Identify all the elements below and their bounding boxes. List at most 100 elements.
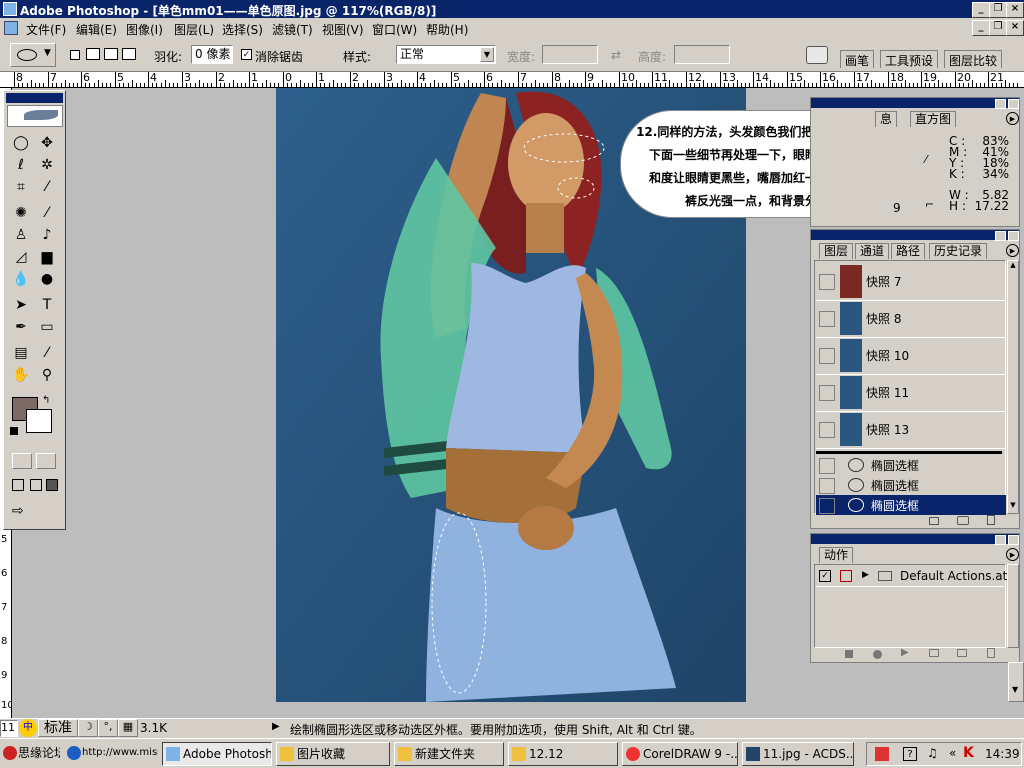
hand-tool-icon[interactable]: ✋ (10, 365, 32, 385)
restore-button[interactable]: ❐ (989, 2, 1007, 18)
blur-tool-icon[interactable]: 💧 (10, 269, 32, 289)
list-item[interactable]: 椭圆选框 (816, 455, 1006, 475)
tab-info[interactable]: 息 (875, 111, 898, 127)
new-document-icon[interactable] (929, 517, 939, 525)
status-arrow-icon[interactable]: ▶ (272, 721, 280, 732)
move-tool-icon[interactable]: ✥ (36, 133, 58, 153)
dialog-toggle-icon[interactable] (840, 570, 852, 582)
screen-mode-full-icon[interactable] (46, 479, 58, 491)
slice-tool-icon[interactable]: ⁄ (36, 177, 58, 197)
minimize-button[interactable]: _ (972, 2, 990, 18)
new-selection-icon[interactable] (70, 50, 80, 60)
eyedropper-icon[interactable]: ⁄ (36, 343, 58, 363)
taskbar-coreldraw[interactable]: CorelDRAW 9 -... (622, 742, 738, 766)
type-tool-icon[interactable]: T (36, 295, 58, 315)
panel-menu-icon[interactable]: ▶ (1006, 548, 1019, 561)
clone-stamp-icon[interactable]: ♙ (10, 225, 32, 245)
source-checkbox[interactable] (819, 348, 835, 364)
stop-icon[interactable] (845, 650, 853, 658)
panel-minimize-icon[interactable] (995, 99, 1006, 109)
menu-file[interactable]: 文件(F) (26, 21, 66, 38)
marquee-tool-icon[interactable]: ◯ (10, 133, 32, 153)
taskbar-folder-1212[interactable]: 12.12 (508, 742, 618, 766)
tab-tool-presets[interactable]: 工具预设 (880, 50, 939, 68)
menu-filter[interactable]: 滤镜(T) (272, 21, 313, 38)
tab-paths[interactable]: 路径 (891, 243, 926, 259)
source-checkbox[interactable] (819, 478, 835, 494)
magic-wand-icon[interactable]: ✲ (36, 155, 58, 175)
shape-tool-icon[interactable]: ▭ (36, 317, 58, 337)
new-action-icon[interactable] (957, 649, 967, 657)
list-item[interactable]: ✓ ▶ Default Actions.atn (816, 567, 1015, 587)
actions-scrollbar[interactable] (1007, 564, 1019, 648)
source-checkbox[interactable] (819, 385, 835, 401)
source-checkbox[interactable] (819, 498, 835, 514)
antialias-checkbox[interactable]: ✓ (241, 49, 252, 60)
punctuation-icon[interactable]: °, (98, 719, 118, 737)
list-item-selected[interactable]: 椭圆选框 (816, 495, 1006, 515)
toggle-checkbox[interactable]: ✓ (819, 570, 831, 582)
history-brush-icon[interactable]: ♪ (36, 225, 58, 245)
feather-input[interactable]: 0 像素 (191, 45, 233, 64)
quick-launch-forum[interactable]: 思缘论坛 (0, 742, 60, 766)
style-select[interactable]: 正常 ▼ (396, 45, 496, 64)
panel-minimize-icon[interactable] (995, 231, 1006, 241)
menu-window[interactable]: 窗口(W) (372, 21, 417, 38)
menu-view[interactable]: 视图(V) (322, 21, 364, 38)
panel-close-icon[interactable] (1008, 231, 1019, 241)
eraser-tool-icon[interactable]: ◿ (10, 247, 32, 267)
swap-colors-icon[interactable]: ↰ (42, 395, 50, 406)
doc-minimize-button[interactable]: _ (972, 20, 990, 36)
crop-tool-icon[interactable]: ⌗ (10, 177, 32, 197)
list-item[interactable]: 快照 13 (816, 411, 1006, 449)
record-icon[interactable] (873, 650, 882, 659)
default-colors-icon[interactable] (10, 427, 18, 435)
list-item[interactable]: 椭圆选框 (816, 475, 1006, 495)
scroll-down-icon[interactable]: ▼ (1008, 501, 1018, 513)
scroll-down-icon[interactable]: ▼ (1012, 685, 1018, 694)
feather-logo-icon[interactable] (7, 105, 63, 127)
keyboard-icon[interactable]: ▦ (118, 719, 138, 737)
screen-mode-full-menu-icon[interactable] (30, 479, 42, 491)
panel-menu-icon[interactable]: ▶ (1006, 244, 1019, 257)
tool-preset-picker[interactable]: ▼ (10, 43, 56, 67)
source-checkbox[interactable] (819, 311, 835, 327)
list-item[interactable]: 快照 10 (816, 337, 1006, 375)
notes-tool-icon[interactable]: ▤ (10, 343, 32, 363)
scroll-up-icon[interactable]: ▲ (1008, 261, 1018, 273)
tab-actions[interactable]: 动作 (819, 547, 854, 563)
expand-icon[interactable]: ▶ (862, 570, 869, 580)
tab-histogram[interactable]: 直方图 (910, 111, 957, 127)
zoom-tool-icon[interactable]: ⚲ (36, 365, 58, 385)
panel-close-icon[interactable] (1008, 535, 1019, 545)
play-icon[interactable]: ▶ (901, 647, 909, 658)
tab-channels[interactable]: 通道 (855, 243, 890, 259)
doc-close-button[interactable]: × (1006, 20, 1024, 36)
source-checkbox[interactable] (819, 422, 835, 438)
lasso-tool-icon[interactable]: ℓ (10, 155, 32, 175)
menu-layer[interactable]: 图层(L) (174, 21, 214, 38)
file-browser-icon[interactable] (806, 46, 828, 64)
menu-edit[interactable]: 编辑(E) (76, 21, 117, 38)
panel-menu-icon[interactable]: ▶ (1006, 112, 1019, 125)
ime-mode-button[interactable]: 标准 (38, 719, 78, 737)
list-item[interactable]: 快照 8 (816, 300, 1006, 338)
tab-brushes[interactable]: 画笔 (840, 50, 875, 68)
doc-restore-button[interactable]: ❐ (989, 20, 1007, 36)
quick-mask-icon[interactable] (36, 453, 56, 469)
ime-icon[interactable]: 中 (19, 719, 37, 737)
subtract-selection-icon[interactable] (104, 48, 118, 60)
taskbar-new-folder[interactable]: 新建文件夹 (394, 742, 504, 766)
taskbar-acdsee[interactable]: 11.jpg - ACDS... (742, 742, 854, 766)
history-scrollbar[interactable]: ▲ ▼ (1007, 260, 1019, 514)
help-icon[interactable]: ? (903, 747, 917, 761)
tab-layer-comps[interactable]: 图层比较 (944, 50, 1003, 68)
imageready-jump-icon[interactable]: ⇨ (12, 503, 58, 521)
new-set-icon[interactable] (929, 649, 939, 657)
source-checkbox[interactable] (819, 274, 835, 290)
standard-mode-icon[interactable] (12, 453, 32, 469)
gradient-tool-icon[interactable]: ▆ (36, 247, 58, 267)
antivirus-icon[interactable]: K (963, 745, 974, 761)
healing-brush-icon[interactable]: ✺ (10, 203, 32, 223)
list-item[interactable]: 快照 11 (816, 374, 1006, 412)
